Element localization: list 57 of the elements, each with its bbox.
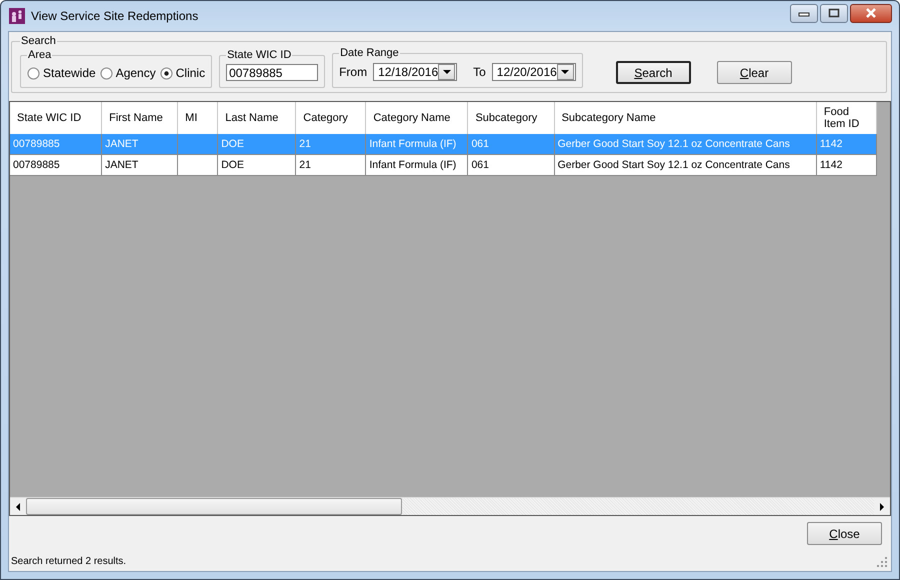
table-cell: Infant Formula (IF) <box>369 159 456 171</box>
table-cell: 00789885 <box>13 159 60 171</box>
resize-grip-icon[interactable] <box>877 557 887 567</box>
table-cell: 061 <box>471 159 489 171</box>
column-header[interactable]: MI <box>178 102 218 134</box>
date-picker[interactable]: 12/20/2016 <box>492 63 576 81</box>
column-header[interactable]: Last Name <box>218 102 296 134</box>
window-title: View Service Site Redemptions <box>31 9 198 23</box>
table-cell: 1142 <box>820 138 842 150</box>
caret-icon <box>442 70 451 74</box>
caret-icon <box>561 70 570 74</box>
radio-option[interactable]: Statewide <box>27 66 96 80</box>
date-picker[interactable]: 12/18/2016 <box>373 63 458 81</box>
radio-button[interactable] <box>100 66 113 80</box>
close-icon <box>865 8 877 18</box>
state-wic-id-field[interactable]: 00789885 <box>226 64 318 81</box>
column-header[interactable]: First Name <box>102 102 178 134</box>
group-title: Date Range <box>339 47 400 59</box>
table-row[interactable]: 00789885 JANET DOE 21 Infant Formula (IF) 061 Gerber Good Start Soy 12.1 oz Concentrate Cans 1142 <box>10 154 876 176</box>
column-header[interactable]: State WIC ID <box>10 102 102 134</box>
field-label: From <box>339 65 368 79</box>
table-cell: 21 <box>299 159 311 171</box>
close-button[interactable] <box>850 4 892 22</box>
table-cell: Gerber Good Start Soy 12.1 oz Concentrate Cans <box>558 159 790 171</box>
close-button[interactable]: Close <box>807 522 882 545</box>
status-text: Search returned 2 results. <box>11 556 126 567</box>
column-header[interactable]: Subcategory Name <box>554 102 816 134</box>
scroll-thumb[interactable] <box>26 498 402 515</box>
table-cell: 061 <box>471 138 489 150</box>
app-icon <box>9 8 25 24</box>
table-cell: DOE <box>221 138 244 150</box>
table-cell: JANET <box>105 138 138 150</box>
table-cell: Infant Formula (IF) <box>369 138 456 150</box>
radio-button[interactable] <box>27 66 40 80</box>
radio-option[interactable]: Agency <box>100 66 156 80</box>
horizontal-scrollbar[interactable] <box>10 497 890 515</box>
table-cell: 1142 <box>820 159 842 171</box>
clear-button[interactable]: Clear <box>716 61 792 84</box>
field-label: To <box>473 65 486 79</box>
table-cell: DOE <box>221 159 244 171</box>
table-cell: 00789885 <box>13 138 60 150</box>
maximize-button[interactable] <box>820 4 848 22</box>
column-header[interactable]: Food Item ID <box>816 102 876 134</box>
column-header[interactable]: Subcategory <box>468 102 554 134</box>
search-button[interactable]: Search <box>616 61 691 84</box>
radio-button[interactable] <box>160 66 173 80</box>
radio-option[interactable]: Clinic <box>160 66 206 80</box>
column-header[interactable]: Category Name <box>366 102 468 134</box>
maximize-icon <box>828 8 840 18</box>
group-title: State WIC ID <box>226 49 292 61</box>
table-cell: 21 <box>299 138 311 150</box>
group-title: Area <box>27 49 52 61</box>
table-cell: Gerber Good Start Soy 12.1 oz Concentrate Cans <box>558 138 790 150</box>
column-header[interactable]: Category <box>296 102 366 134</box>
minimize-button[interactable] <box>790 4 818 22</box>
table-cell: JANET <box>105 159 138 171</box>
group-title: Search <box>20 35 57 47</box>
